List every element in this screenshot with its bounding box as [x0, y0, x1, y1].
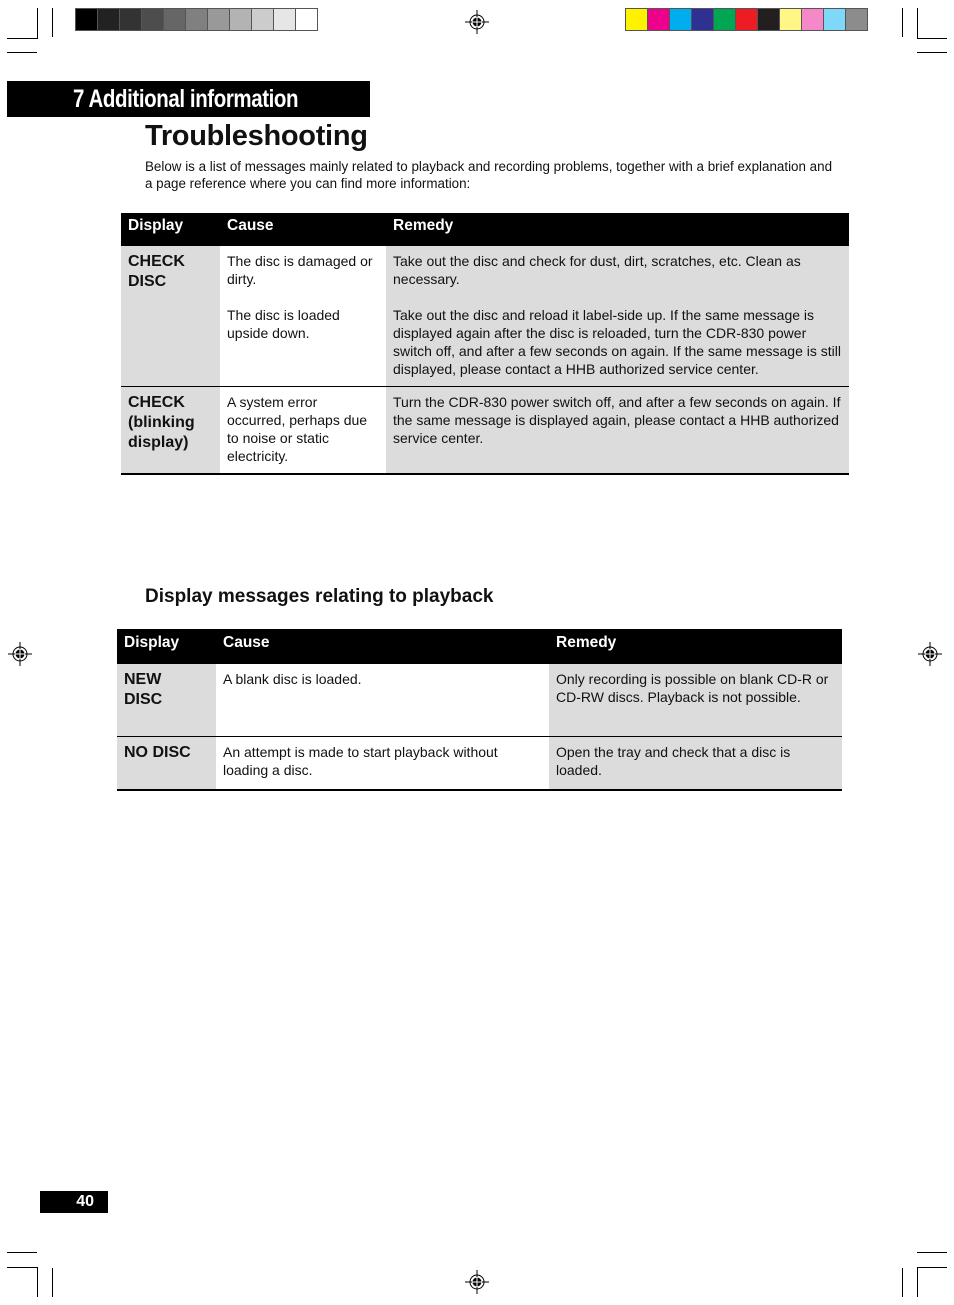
crop-mark: [917, 38, 947, 39]
column-header-remedy: Remedy: [549, 629, 842, 664]
page-number: 40: [40, 1191, 108, 1213]
color-swatch: [208, 9, 229, 30]
color-swatch: [274, 9, 295, 30]
remedy-cell: Turn the CDR-830 power switch off, and a…: [386, 386, 849, 474]
table-header-row: Display Cause Remedy: [121, 213, 849, 246]
crop-mark: [52, 8, 53, 37]
troubleshooting-table: Display Cause Remedy CHECK DISC The disc…: [121, 213, 849, 475]
crop-mark: [917, 1267, 947, 1268]
display-message-cell: NEW DISC: [117, 664, 216, 736]
display-message-line: (blinking: [128, 414, 195, 431]
display-message-cell: CHECK (blinking display): [121, 386, 220, 474]
display-message-line: NEW: [124, 671, 162, 688]
remedy-cell: Only recording is possible on blank CD-R…: [549, 664, 842, 736]
color-swatch: [296, 9, 317, 30]
color-swatch: [626, 9, 647, 30]
display-message-line: CHECK: [128, 394, 185, 411]
remedy-cell: Take out the disc and check for dust, di…: [386, 246, 849, 387]
cause-text: A system error occurred, perhaps due to …: [227, 394, 368, 464]
cause-cell: A blank disc is loaded.: [216, 664, 549, 736]
crop-mark: [7, 38, 37, 39]
color-swatch: [120, 9, 141, 30]
column-header-display: Display: [121, 213, 220, 246]
display-message-line: CHECK: [128, 253, 185, 270]
color-swatch: [142, 9, 163, 30]
remedy-text: Turn the CDR-830 power switch off, and a…: [393, 394, 841, 446]
display-message-line: NO DISC: [124, 743, 191, 761]
color-swatch: [736, 9, 757, 30]
registration-mark-icon: [465, 10, 489, 34]
column-header-display: Display: [117, 629, 216, 664]
color-swatch: [76, 9, 97, 30]
crop-mark: [917, 52, 947, 53]
registration-mark-icon: [465, 1270, 489, 1294]
color-swatch: [648, 9, 669, 30]
registration-mark-icon: [918, 642, 942, 666]
cause-cell: The disc is damaged or dirty. The disc i…: [220, 246, 386, 387]
playback-messages-table: Display Cause Remedy NEW DISC A blank di…: [117, 629, 842, 791]
crop-mark: [917, 8, 918, 39]
color-swatch: [252, 9, 273, 30]
column-header-cause: Cause: [220, 213, 386, 246]
color-swatch: [758, 9, 779, 30]
crop-mark: [7, 1267, 37, 1268]
cause-text: The disc is damaged or dirty.: [227, 253, 373, 287]
crop-mark: [902, 8, 903, 37]
table-row: NEW DISC A blank disc is loaded. Only re…: [117, 664, 842, 736]
remedy-text: Take out the disc and check for dust, di…: [393, 253, 801, 287]
crop-mark: [902, 1268, 903, 1297]
intro-paragraph: Below is a list of messages mainly relat…: [145, 159, 833, 191]
color-swatch: [186, 9, 207, 30]
color-swatch: [670, 9, 691, 30]
section-title: Display messages relating to playback: [145, 586, 494, 607]
cause-cell: An attempt is made to start playback wit…: [216, 735, 549, 790]
color-swatch: [692, 9, 713, 30]
display-message-line: display): [128, 434, 189, 451]
grayscale-color-bar: [75, 8, 318, 31]
color-swatch: [164, 9, 185, 30]
color-swatch: [714, 9, 735, 30]
display-message-line: DISC: [124, 691, 163, 708]
color-swatch: [98, 9, 119, 30]
color-swatch: [846, 9, 867, 30]
cause-cell: A system error occurred, perhaps due to …: [220, 386, 386, 474]
color-swatch: [824, 9, 845, 30]
color-swatch: [230, 9, 251, 30]
cause-text: The disc is loaded upside down.: [227, 307, 340, 341]
display-message-line: DISC: [128, 273, 167, 290]
crop-mark: [917, 1252, 947, 1253]
column-header-cause: Cause: [216, 629, 549, 664]
crop-mark: [37, 1267, 38, 1297]
registration-mark-icon: [8, 642, 32, 666]
display-message-cell: CHECK DISC: [121, 246, 220, 387]
crop-mark: [7, 1252, 37, 1253]
remedy-text: Take out the disc and reload it label-si…: [393, 307, 841, 377]
color-swatch: [780, 9, 801, 30]
table-row: CHECK (blinking display) A system error …: [121, 386, 849, 474]
crop-mark: [52, 1268, 53, 1297]
column-header-remedy: Remedy: [386, 213, 849, 246]
table-row: CHECK DISC The disc is damaged or dirty.…: [121, 246, 849, 387]
chapter-title: 7 Additional information: [73, 85, 299, 113]
color-swatch: [802, 9, 823, 30]
remedy-cell: Open the tray and check that a disc is l…: [549, 735, 842, 790]
display-message-cell: NO DISC: [117, 735, 216, 790]
crop-mark: [37, 8, 38, 39]
chapter-header: 7 Additional information: [7, 81, 370, 117]
page-title: Troubleshooting: [145, 120, 368, 152]
process-color-bar: [625, 8, 868, 31]
crop-mark: [7, 52, 37, 53]
table-row: NO DISC An attempt is made to start play…: [117, 735, 842, 790]
crop-mark: [917, 1267, 918, 1297]
table-header-row: Display Cause Remedy: [117, 629, 842, 664]
